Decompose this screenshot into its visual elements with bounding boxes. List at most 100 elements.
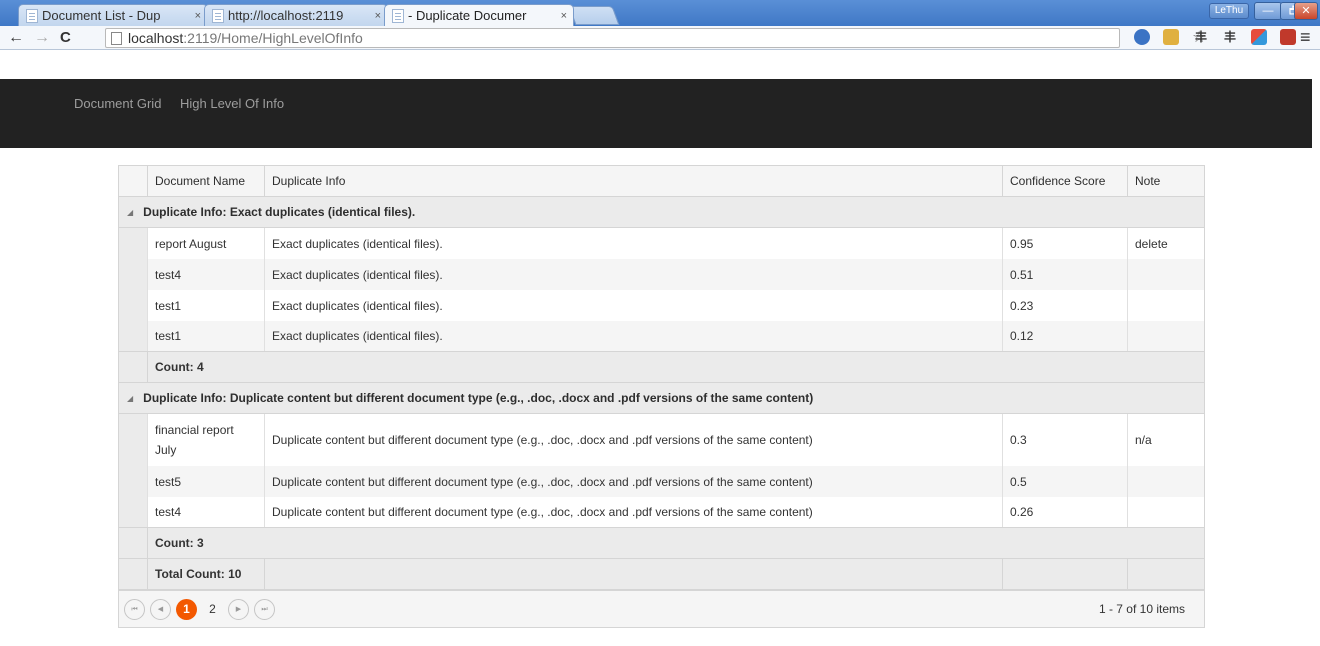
group-count: Count: 3: [147, 528, 1204, 558]
cell-document-name: test1: [147, 321, 264, 351]
table-row[interactable]: financial report July Duplicate content …: [119, 414, 1204, 466]
group-header-label: ◢ Duplicate Info: Duplicate content but …: [127, 383, 813, 413]
column-header-document-name[interactable]: Document Name: [147, 166, 264, 196]
browser-tab-title: - Duplicate Documer: [408, 8, 527, 23]
address-bar[interactable]: localhost:2119/Home/HighLevelOfInfo ☆: [105, 28, 1206, 48]
cell-document-name: financial report July: [147, 414, 264, 466]
extension-color-icon[interactable]: [1251, 29, 1267, 45]
duplicate-documents-grid: Document Name Duplicate Info Confidence …: [118, 165, 1205, 628]
group-indent-header: [119, 166, 147, 196]
column-header-confidence-score[interactable]: Confidence Score: [1002, 166, 1127, 196]
group-indent-cell: [119, 290, 147, 321]
browser-tab-duplicate-documents[interactable]: - Duplicate Documer ×: [384, 4, 574, 26]
cell-note: [1127, 321, 1204, 351]
browser-tab-localhost[interactable]: http://localhost:2119 ×: [204, 4, 388, 26]
cell-document-name: test5: [147, 466, 264, 497]
cell-note: [1127, 290, 1204, 321]
column-header-note[interactable]: Note: [1127, 166, 1204, 196]
extension-tool-icon[interactable]: 丰: [1222, 29, 1238, 45]
cell-duplicate-info: Exact duplicates (identical files).: [264, 259, 1002, 290]
url-path: :2119/Home/HighLevelOfInfo: [183, 30, 363, 46]
cell-duplicate-info: Duplicate content but different document…: [264, 466, 1002, 497]
cell-duplicate-info: Exact duplicates (identical files).: [264, 290, 1002, 321]
next-page-icon[interactable]: ▶: [228, 599, 249, 620]
cell-note: delete: [1127, 228, 1204, 259]
page-number-current[interactable]: 1: [176, 599, 197, 620]
browser-tab-document-list[interactable]: Document List - Dup ×: [18, 4, 208, 26]
grid-total-row: Total Count: 10: [119, 559, 1204, 590]
table-row[interactable]: report August Exact duplicates (identica…: [119, 228, 1204, 259]
cell-document-name: test1: [147, 290, 264, 321]
page-icon: [111, 32, 122, 45]
group-footer-row: Count: 3: [119, 528, 1204, 559]
close-tab-icon[interactable]: ×: [375, 10, 381, 22]
cell-note: [1127, 466, 1204, 497]
extension-cookie-icon[interactable]: [1163, 29, 1179, 45]
group-indent-cell: [119, 321, 147, 351]
group-title: Duplicate Info: Exact duplicates (identi…: [143, 205, 416, 219]
cell-confidence-score: 0.12: [1002, 321, 1127, 351]
window-close-icon[interactable]: ✕: [1294, 2, 1318, 20]
group-title: Duplicate Info: Duplicate content but di…: [143, 391, 814, 405]
group-indent-cell: [119, 414, 147, 466]
forward-icon[interactable]: →: [34, 28, 50, 48]
cell-confidence-score: 0.95: [1002, 228, 1127, 259]
browser-toolbar: ← → C localhost:2119/Home/HighLevelOfInf…: [0, 26, 1320, 50]
grid-header-row: Document Name Duplicate Info Confidence …: [119, 166, 1204, 197]
browser-menu-icon[interactable]: ≡: [1300, 27, 1311, 47]
total-count: Total Count: 10: [147, 559, 264, 589]
collapse-triangle-icon[interactable]: ◢: [127, 208, 133, 217]
cell-document-name: report August: [147, 228, 264, 259]
cell-duplicate-info: Exact duplicates (identical files).: [264, 321, 1002, 351]
cell-duplicate-info: Exact duplicates (identical files).: [264, 228, 1002, 259]
last-page-icon[interactable]: ⏭: [254, 599, 275, 620]
reload-icon[interactable]: C: [60, 28, 71, 48]
table-row[interactable]: test4 Duplicate content but different do…: [119, 497, 1204, 528]
minimize-icon[interactable]: —: [1254, 2, 1282, 20]
extension-translate-icon[interactable]: [1280, 29, 1296, 45]
total-empty-cell: [1002, 559, 1127, 589]
collapse-triangle-icon[interactable]: ◢: [127, 394, 133, 403]
cell-confidence-score: 0.26: [1002, 497, 1127, 527]
group-indent-cell: [119, 259, 147, 290]
page-number[interactable]: 2: [202, 599, 223, 620]
browser-tabstrip: Document List - Dup × http://localhost:2…: [0, 0, 1320, 26]
page-icon: [26, 8, 38, 23]
user-profile-badge[interactable]: LeThu: [1209, 3, 1249, 19]
table-row[interactable]: test1 Exact duplicates (identical files)…: [119, 321, 1204, 352]
new-tab-button[interactable]: [568, 6, 620, 25]
cell-confidence-score: 0.51: [1002, 259, 1127, 290]
page-icon: [392, 8, 404, 23]
table-row[interactable]: test1 Exact duplicates (identical files)…: [119, 290, 1204, 321]
grid-pager: ⏮ ◀ 1 2 ▶ ⏭ 1 - 7 of 10 items: [119, 590, 1204, 627]
cell-note: n/a: [1127, 414, 1204, 466]
group-indent-cell: [119, 228, 147, 259]
cell-duplicate-info: Duplicate content but different document…: [264, 497, 1002, 527]
cell-confidence-score: 0.3: [1002, 414, 1127, 466]
close-tab-icon[interactable]: ×: [195, 10, 201, 22]
close-tab-icon[interactable]: ×: [561, 10, 567, 22]
pager-info: 1 - 7 of 10 items: [1098, 602, 1185, 616]
column-header-duplicate-info[interactable]: Duplicate Info: [264, 166, 1002, 196]
group-header-row[interactable]: ◢ Duplicate Info: Duplicate content but …: [119, 383, 1204, 414]
browser-tab-title: Document List - Dup: [42, 8, 161, 23]
nav-link-high-level-of-info[interactable]: High Level Of Info: [180, 96, 284, 111]
cell-confidence-score: 0.5: [1002, 466, 1127, 497]
cell-note: [1127, 497, 1204, 527]
group-header-row[interactable]: ◢ Duplicate Info: Exact duplicates (iden…: [119, 197, 1204, 228]
group-count: Count: 4: [147, 352, 1204, 382]
group-indent-cell: [119, 466, 147, 497]
prev-page-icon[interactable]: ◀: [150, 599, 171, 620]
group-indent-cell: [119, 497, 147, 527]
cell-duplicate-info: Duplicate content but different document…: [264, 414, 1002, 466]
back-icon[interactable]: ←: [8, 28, 24, 48]
table-row[interactable]: test5 Duplicate content but different do…: [119, 466, 1204, 497]
nav-link-document-grid[interactable]: Document Grid: [74, 96, 161, 111]
cell-document-name: test4: [147, 497, 264, 527]
first-page-icon[interactable]: ⏮: [124, 599, 145, 620]
table-row[interactable]: test4 Exact duplicates (identical files)…: [119, 259, 1204, 290]
app-navbar: Document Grid High Level Of Info: [0, 79, 1312, 148]
extension-globe-icon[interactable]: [1134, 29, 1150, 45]
extension-tool-icon[interactable]: 丰: [1193, 29, 1209, 45]
page-icon: [212, 8, 224, 23]
